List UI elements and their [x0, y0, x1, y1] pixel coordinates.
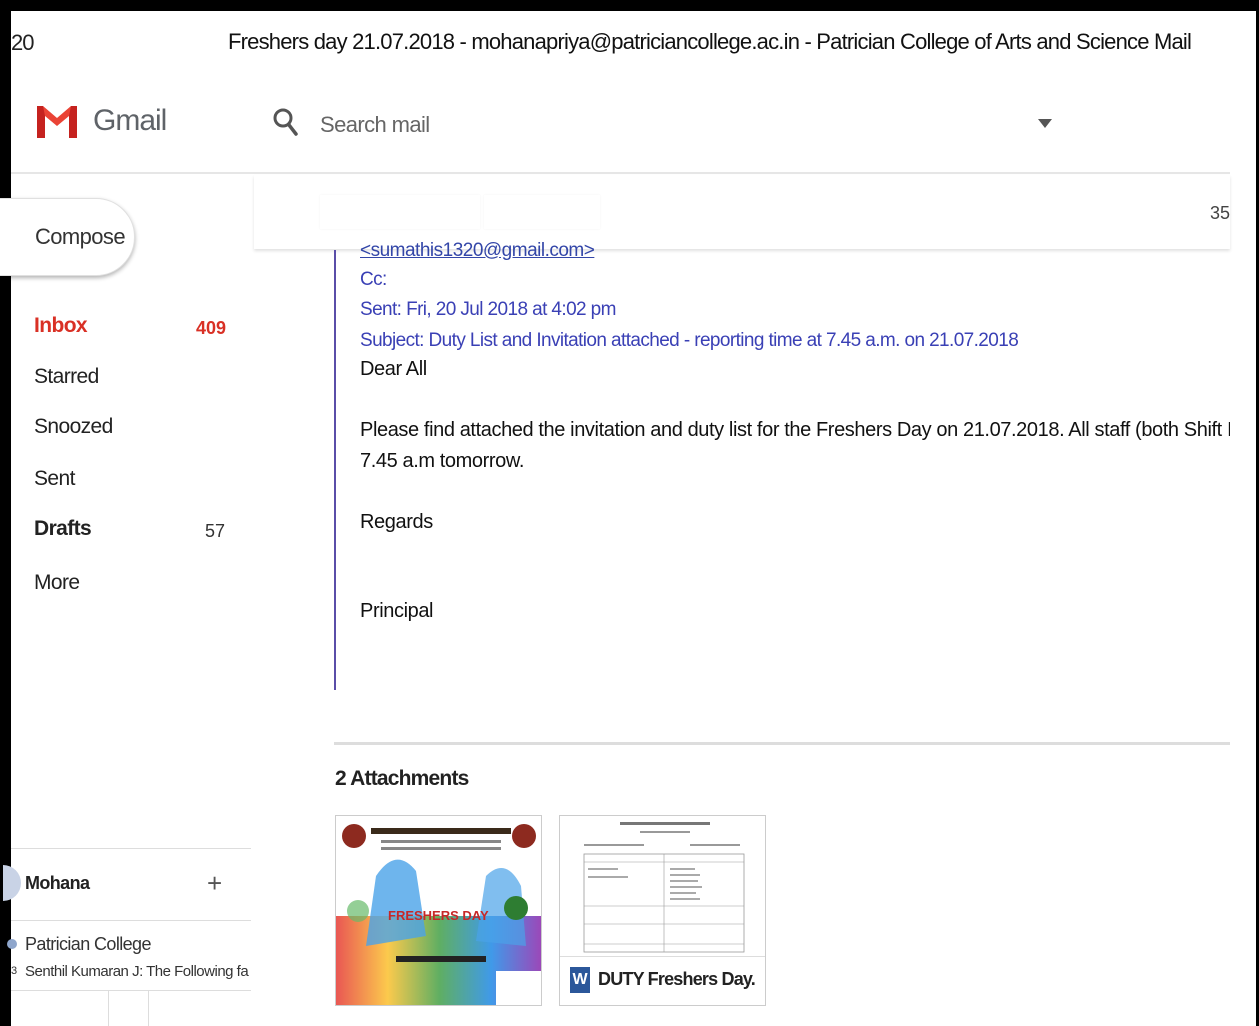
- email-cc: Cc:: [360, 269, 387, 290]
- attachment-duty-list[interactable]: W DUTY Freshers Day.: [559, 815, 766, 1006]
- email-subject: Subject: Duty List and Invitation attach…: [360, 330, 1019, 352]
- email-regards: Regards: [360, 511, 433, 533]
- invitation-banner-text: FRESHERS DAY: [388, 908, 489, 923]
- app-name: Gmail: [93, 104, 167, 137]
- sidebar-item-drafts[interactable]: Drafts: [34, 517, 92, 541]
- hangout-avatar: [7, 939, 17, 949]
- sidebar-item-more[interactable]: More: [34, 571, 80, 595]
- window-title: Freshers day 21.07.2018 - mohanapriya@pa…: [228, 29, 1192, 54]
- toolbar-button[interactable]: [320, 195, 480, 229]
- search-input[interactable]: [318, 108, 1022, 142]
- email-body-line: 7.45 a.m tomorrow.: [360, 450, 524, 472]
- gmail-m-icon: [37, 106, 77, 138]
- chat-footer-tab-divider: [108, 991, 109, 1026]
- sidebar-item-inbox[interactable]: Inbox: [34, 314, 88, 338]
- compose-button[interactable]: Compose: [0, 198, 135, 276]
- hangout-member-count: 3: [11, 965, 18, 977]
- hangout-conversation[interactable]: Patrician College 3 Senthil Kumaran J: T…: [7, 920, 251, 991]
- quote-line: [334, 250, 336, 690]
- attachment-invitation-thumbnail[interactable]: FRESHERS DAY: [335, 815, 542, 1006]
- header-divider: [11, 172, 1230, 174]
- drafts-count: 57: [205, 521, 226, 541]
- sidebar-item-snoozed[interactable]: Snoozed: [34, 415, 113, 439]
- compose-label: Compose: [35, 224, 126, 249]
- avatar: [3, 865, 21, 901]
- subject-label: Subject:: [360, 330, 424, 351]
- chat-footer-tab-divider: [148, 991, 149, 1026]
- hangouts-user-name: Mohana: [25, 873, 90, 893]
- message-toolbar: 35: [254, 175, 1230, 249]
- subject-value: Duty List and Invitation attached - repo…: [428, 330, 1019, 351]
- hangout-title: Patrician College: [25, 934, 151, 954]
- attachments-title: 2 Attachments: [335, 767, 469, 790]
- sender-email-link[interactable]: <sumathis1320@gmail.com>: [360, 240, 595, 262]
- attachment-filename: DUTY Freshers Day.: [598, 969, 756, 989]
- email-greeting: Dear All: [360, 358, 427, 380]
- email-sent: Sent: Fri, 20 Jul 2018 at 4:02 pm: [360, 299, 616, 321]
- hangout-last-message: Senthil Kumaran J: The Following fa: [25, 963, 249, 980]
- sent-value: Fri, 20 Jul 2018 at 4:02 pm: [406, 299, 616, 320]
- sent-label: Sent:: [360, 299, 402, 320]
- duty-list-preview: [560, 816, 765, 959]
- window-corner-number: 20: [11, 30, 35, 55]
- search-options-dropdown-icon[interactable]: [1038, 119, 1052, 128]
- gmail-logo[interactable]: Gmail: [34, 100, 167, 142]
- search-icon[interactable]: [273, 107, 299, 137]
- attachment-footer: W DUTY Freshers Day.: [560, 956, 765, 1005]
- sidebar-item-sent[interactable]: Sent: [34, 467, 75, 491]
- invitation-image: FRESHERS DAY: [336, 816, 541, 1005]
- word-doc-icon: W: [570, 967, 590, 993]
- add-chat-icon[interactable]: +: [207, 870, 222, 896]
- hangouts-user[interactable]: Mohana +: [3, 848, 251, 919]
- email-body-line: Please find attached the invitation and …: [360, 419, 1230, 441]
- sidebar-item-starred[interactable]: Starred: [34, 365, 99, 389]
- email-signature: Principal: [360, 600, 434, 622]
- page-count: 35: [1209, 203, 1230, 223]
- toolbar-button[interactable]: [484, 195, 600, 229]
- window-frame-top: [0, 0, 1259, 11]
- attachments-divider: [334, 742, 1230, 745]
- inbox-count: 409: [196, 318, 227, 338]
- chat-footer-divider: [11, 990, 251, 991]
